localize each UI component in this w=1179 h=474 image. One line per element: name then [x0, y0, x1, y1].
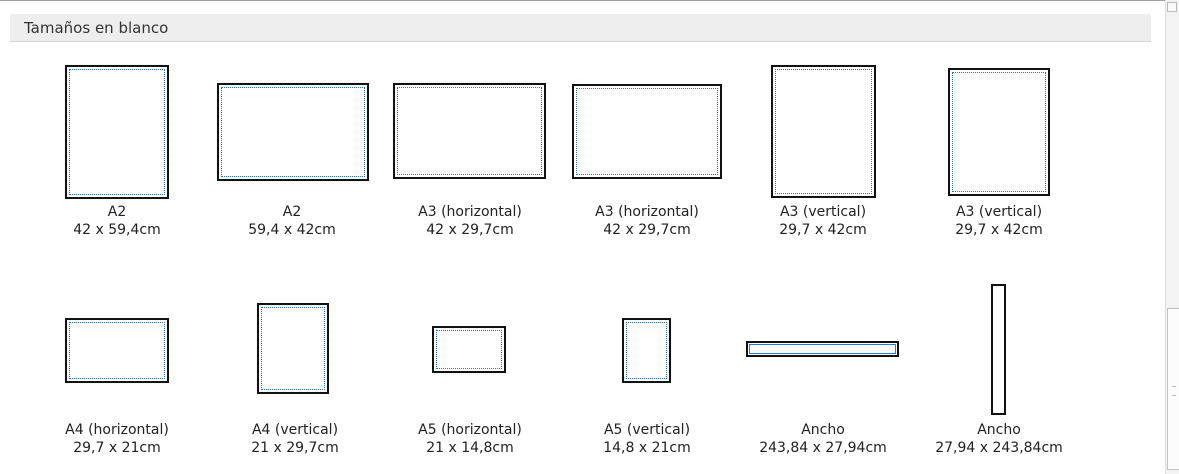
tile-size: 21 x 14,8cm	[426, 440, 514, 456]
tile-wide-vertical[interactable]: Ancho 27,94 x 243,84cm	[919, 270, 1079, 470]
tile-size: 42 x 59,4cm	[73, 222, 161, 238]
tile-name: A2	[282, 204, 302, 220]
tile-a3-vertical-2[interactable]: A3 (vertical) 29,7 x 42cm	[919, 60, 1079, 260]
tile-a3-vertical[interactable]: A3 (vertical) 29,7 x 42cm	[743, 60, 903, 260]
tile-name: Ancho	[977, 422, 1021, 438]
page-thumbnail	[572, 84, 722, 179]
page-thumbnail	[622, 318, 671, 383]
tile-name: A5 (horizontal)	[418, 422, 522, 438]
tile-a5-horizontal[interactable]: A5 (horizontal) 21 x 14,8cm	[390, 270, 550, 470]
page-thumbnail	[65, 318, 169, 383]
section-title: Tamaños en blanco	[24, 19, 169, 37]
tile-wide-horizontal[interactable]: Ancho 243,84 x 27,94cm	[743, 270, 903, 470]
tile-a2-horizontal[interactable]: A2 59,4 x 42cm	[212, 60, 372, 260]
tile-a4-horizontal[interactable]: A4 (horizontal) 29,7 x 21cm	[37, 270, 197, 470]
grip-icon	[1172, 386, 1176, 396]
tile-name: Ancho	[801, 422, 845, 438]
tile-size: 29,7 x 21cm	[73, 440, 161, 456]
tile-name: A4 (vertical)	[251, 422, 339, 438]
tile-size: 29,7 x 42cm	[779, 222, 867, 238]
tile-size: 14,8 x 21cm	[603, 440, 691, 456]
page-thumbnail	[746, 341, 899, 357]
tile-name: A3 (vertical)	[779, 204, 867, 220]
tile-size: 59,4 x 42cm	[248, 222, 336, 238]
section-header: Tamaños en blanco	[10, 14, 1151, 42]
tile-a4-vertical[interactable]: A4 (vertical) 21 x 29,7cm	[215, 270, 375, 470]
tile-name: A3 (vertical)	[955, 204, 1043, 220]
tile-size: 21 x 29,7cm	[251, 440, 339, 456]
page-thumbnail	[393, 83, 546, 179]
page-thumbnail	[991, 284, 1006, 415]
tile-name: A3 (horizontal)	[418, 204, 522, 220]
tile-name: A3 (horizontal)	[595, 204, 699, 220]
tile-name: A5 (vertical)	[603, 422, 691, 438]
page-thumbnail	[948, 68, 1050, 196]
page-thumbnail	[257, 303, 329, 394]
tile-name: A2	[107, 204, 127, 220]
page-thumbnail	[771, 65, 876, 198]
tile-size: 243,84 x 27,94cm	[759, 440, 887, 456]
tile-a3-horizontal-2[interactable]: A3 (horizontal) 42 x 29,7cm	[567, 60, 727, 260]
tile-size: 42 x 29,7cm	[426, 222, 514, 238]
tile-name: A4 (horizontal)	[65, 422, 169, 438]
tile-a2-vertical[interactable]: A2 42 x 59,4cm	[37, 60, 197, 260]
tile-a5-vertical[interactable]: A5 (vertical) 14,8 x 21cm	[567, 270, 727, 470]
page-thumbnail	[217, 83, 369, 181]
tile-a3-horizontal[interactable]: A3 (horizontal) 42 x 29,7cm	[390, 60, 550, 260]
tile-size: 27,94 x 243,84cm	[935, 440, 1063, 456]
tile-size: 29,7 x 42cm	[955, 222, 1043, 238]
page-thumbnail	[432, 326, 506, 373]
page-thumbnail	[65, 65, 169, 199]
scroll-up-button[interactable]	[1167, 2, 1177, 12]
tile-size: 42 x 29,7cm	[603, 222, 691, 238]
